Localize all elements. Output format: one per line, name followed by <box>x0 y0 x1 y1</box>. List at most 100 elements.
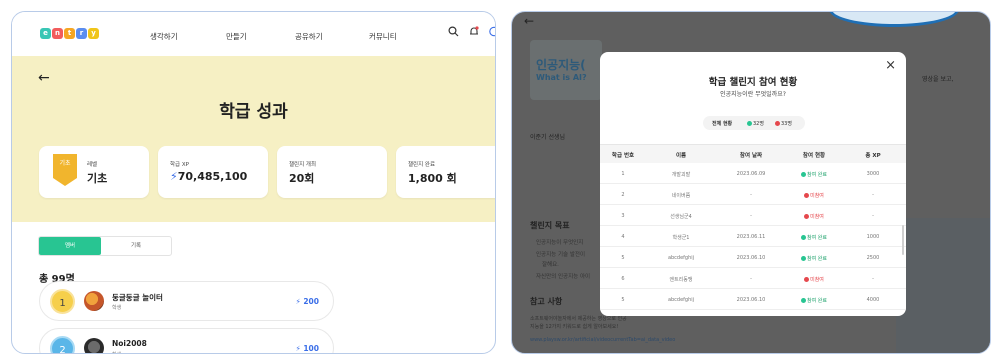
table-cell: 1000 <box>866 234 880 240</box>
table-row: 5 abcdefghij 2023.06.10 참여 완료 4000 <box>600 289 906 310</box>
table-cell: 1 <box>621 171 625 177</box>
table-cell: 2023.06.10 <box>736 297 766 303</box>
x-icon <box>804 277 810 282</box>
status-badge: 참여 완료 <box>786 255 842 262</box>
modal-subtitle: 인공지능이란 무엇일까요? <box>720 91 786 98</box>
reference-text: 소프트웨어야놀자에서 제공하는 영상으로 인공지능을 12가지 키워드로 쉽게 … <box>530 316 627 330</box>
status-text: 참여 완료 <box>807 172 827 178</box>
status-badge: 참여 완료 <box>786 234 842 241</box>
status-text: 미참여 <box>810 214 824 220</box>
reference-link[interactable]: www.playsw.or.kr/artificial/videocurrent… <box>530 337 740 343</box>
entry-logo[interactable]: e n t r y <box>40 28 99 39</box>
nav-community[interactable]: 커뮤니티 <box>369 31 397 42</box>
table-cell: 3 <box>621 213 625 219</box>
scrollbar[interactable] <box>902 225 904 255</box>
summary-none: 33명 <box>775 120 792 127</box>
goal-item: 자신만의 인공지능 아이 <box>536 274 591 280</box>
lightning-icon: ⚡ <box>295 297 301 306</box>
member-name: Noi2008 <box>112 339 147 348</box>
table-cell: 5 <box>621 255 625 261</box>
class-xp-value-wrap: ⚡70,485,100 <box>170 170 247 183</box>
status-badge: 미참여 <box>786 192 842 199</box>
avatar <box>84 291 104 311</box>
member-role: 학생 <box>112 351 121 353</box>
top-navigation: e n t r y 생각하기 만들기 공유하기 커뮤니티 <box>12 12 495 56</box>
mascot-illustration <box>829 12 959 27</box>
level-card: 기초 레벨 기초 <box>39 146 149 198</box>
challenges-completed-label: 챌린지 완료 <box>408 162 436 168</box>
class-xp-card: 학급 XP ⚡70,485,100 <box>158 146 268 198</box>
column-header: 참여 날짜 <box>739 153 763 159</box>
table-row: 3 선생님군4 - 미참여 - <box>600 205 906 226</box>
rank-badge: 2 <box>50 336 75 353</box>
column-header: 총 XP <box>865 153 881 159</box>
check-icon <box>747 121 752 126</box>
close-icon[interactable]: × <box>885 58 896 73</box>
class-xp-label: 학급 XP <box>170 162 189 168</box>
table-cell: 2023.06.10 <box>736 255 766 261</box>
tab-members[interactable]: 멤버 <box>39 237 101 255</box>
summary-none-count: 33명 <box>781 121 792 127</box>
x-icon <box>804 193 810 198</box>
column-header: 참여 현황 <box>802 153 826 159</box>
challenges-completed-card: 챌린지 완료 1,800 회 <box>396 146 495 198</box>
member-xp-value: 100 <box>303 344 319 353</box>
status-text: 참여 완료 <box>807 256 827 262</box>
x-icon <box>804 214 810 219</box>
tab-records[interactable]: 기록 <box>101 237 171 255</box>
table-cell: - <box>750 192 752 198</box>
list-item[interactable]: 1 둥글둥글 놀이터 학생 ⚡ 200 <box>39 281 334 321</box>
search-icon[interactable] <box>448 26 459 40</box>
back-arrow-icon[interactable]: ← <box>524 14 534 28</box>
table-cell: abcdefghij <box>667 255 695 261</box>
member-xp: ⚡ 100 <box>295 344 319 353</box>
class-performance-page: e n t r y 생각하기 만들기 공유하기 커뮤니티 ← 학급 성과 기초 … <box>11 11 496 354</box>
status-text: 참여 완료 <box>807 235 827 241</box>
logo-letter: n <box>52 28 63 39</box>
column-header: 학급 번호 <box>611 153 635 159</box>
logo-letter: e <box>40 28 51 39</box>
participation-summary: 전체 현황 32명 33명 <box>703 116 805 130</box>
reference-title: 참고 사항 <box>530 297 563 306</box>
table-header: 학급 번호 이름 참여 날짜 참여 현황 총 XP <box>600 144 906 163</box>
status-badge: 참여 완료 <box>786 297 842 304</box>
nav-think[interactable]: 생각하기 <box>150 31 178 42</box>
level-label: 레벨 <box>87 162 98 168</box>
lightning-icon: ⚡ <box>295 344 301 353</box>
check-icon <box>801 235 806 240</box>
table-cell: - <box>750 276 752 282</box>
logo-letter: t <box>64 28 75 39</box>
table-cell: 학생군1 <box>672 235 690 241</box>
lightning-icon: ⚡ <box>170 170 178 183</box>
table-cell: 엔트리동맹 <box>669 277 693 283</box>
avatar <box>84 338 104 353</box>
table-cell: 6 <box>621 276 625 282</box>
goal-item: 잘해요. <box>542 262 559 268</box>
level-value: 기초 <box>87 172 108 185</box>
table-cell: 4000 <box>866 297 880 303</box>
member-xp: ⚡ 200 <box>295 297 319 306</box>
status-text: 참여 완료 <box>807 298 827 304</box>
video-thumbnail[interactable] <box>896 218 990 353</box>
status-badge: 미참여 <box>786 213 842 220</box>
nav-make[interactable]: 만들기 <box>226 31 247 42</box>
profile-icon[interactable] <box>489 26 495 40</box>
list-item[interactable]: 2 Noi2008 학생 ⚡ 100 <box>39 328 334 353</box>
member-role: 학생 <box>112 305 122 311</box>
class-xp-value: 70,485,100 <box>177 170 248 183</box>
course-description: 영상을 보고, <box>922 76 954 83</box>
member-xp-value: 200 <box>303 297 319 306</box>
table-row: 5 abcdefghij 2023.06.10 참여 완료 2500 <box>600 247 906 268</box>
notification-bell-icon[interactable] <box>469 26 479 40</box>
table-cell: 2 <box>621 192 625 198</box>
rank-badge: 1 <box>50 289 75 314</box>
course-subtitle: What is AI? <box>536 73 587 82</box>
back-arrow-icon[interactable]: ← <box>38 70 50 86</box>
status-text: 미참여 <box>810 277 824 283</box>
logo-letter: y <box>88 28 99 39</box>
nav-share[interactable]: 공유하기 <box>295 31 323 42</box>
page-title: 학급 성과 <box>219 102 288 122</box>
table-cell: - <box>750 213 752 219</box>
participation-modal: × 학급 챌린지 참여 현황 인공지능이란 무엇일까요? 전체 현황 32명 3… <box>600 52 906 316</box>
table-cell: - <box>872 276 874 282</box>
